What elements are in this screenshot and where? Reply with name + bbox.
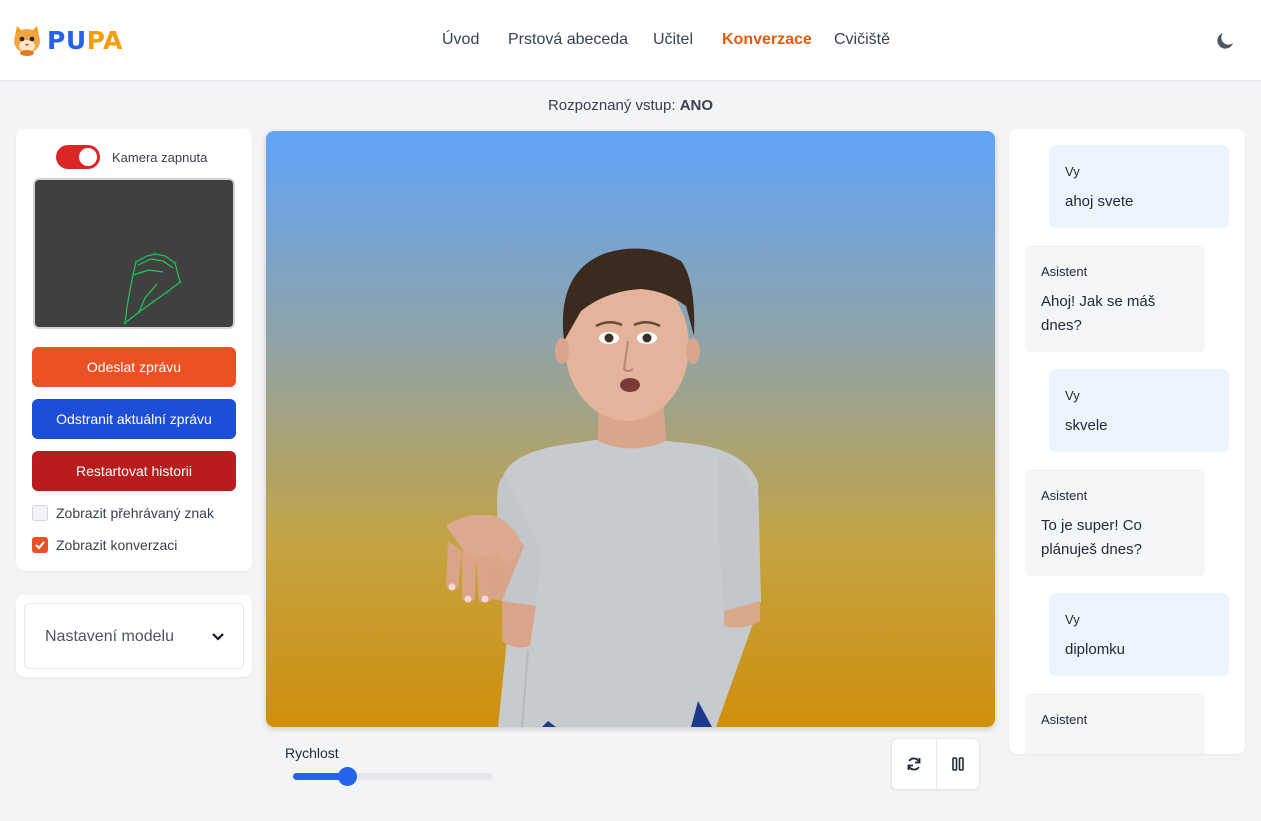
chat-message-assistant: Asistent Ahoj! Jak se máš dnes? <box>1025 245 1205 352</box>
delete-message-button[interactable]: Odstranit aktuální zprávu <box>32 399 236 439</box>
hand-landmarks <box>123 252 182 325</box>
cat-logo-icon <box>14 26 40 56</box>
refresh-icon <box>907 757 921 771</box>
nav-uvod[interactable]: Úvod <box>442 31 479 49</box>
avatar-viewport <box>266 131 995 727</box>
chat-message-user: Vy ahoj svete <box>1049 145 1229 228</box>
show-sign-checkbox[interactable] <box>32 505 48 521</box>
message-text: skvele <box>1065 417 1108 434</box>
chat-message-assistant: Asistent To je super! Co plánuješ dnes? <box>1025 469 1205 576</box>
show-sign-label: Zobrazit přehrávaný znak <box>56 505 214 521</box>
message-text: diplomku <box>1065 641 1126 658</box>
top-navbar: PUPA Úvod Prstová abeceda Učitel Konverz… <box>0 0 1261 81</box>
message-text: To je super! Co plánuješ dnes? <box>1041 517 1142 558</box>
message-author: Vy <box>1065 388 1080 403</box>
message-author: Asistent <box>1041 264 1088 279</box>
camera-toggle-label: Kamera zapnuta <box>112 149 208 165</box>
model-settings-accordion[interactable]: Nastavení modelu <box>24 603 244 669</box>
model-settings-label: Nastavení modelu <box>45 628 174 645</box>
recognized-label: Rozpoznaný vstup: <box>547 97 676 114</box>
nav-konverzace[interactable]: Konverzace <box>722 31 812 49</box>
show-sign-option: Zobrazit přehrávaný znak <box>32 505 214 521</box>
controls-panel: Kamera zapnuta Odeslat zprávu Odstranit … <box>16 129 252 571</box>
replay-button[interactable] <box>892 739 936 789</box>
recognized-value: ANO <box>679 97 714 114</box>
reset-history-button[interactable]: Restartovat historii <box>32 451 236 491</box>
message-author: Asistent <box>1041 712 1088 727</box>
message-author: Asistent <box>1041 488 1088 503</box>
show-conversation-option: Zobrazit konverzaci <box>32 537 177 553</box>
chat-message-user: Vy diplomku <box>1049 593 1229 676</box>
camera-preview <box>33 178 235 329</box>
speed-label: Rychlost <box>285 745 339 761</box>
logo[interactable]: PUPA <box>12 24 123 56</box>
pause-button[interactable] <box>935 739 980 789</box>
nav-cviciste[interactable]: Cvičiště <box>834 31 890 49</box>
camera-toggle-row: Kamera zapnuta <box>56 145 207 169</box>
pause-icon <box>951 757 964 771</box>
message-author: Vy <box>1065 164 1080 179</box>
chat-message-assistant: Asistent <box>1025 693 1205 754</box>
brand-name: PUPA <box>47 25 124 55</box>
recognized-input: Rozpoznaný vstup: ANO <box>0 97 1261 114</box>
show-conversation-label: Zobrazit konverzaci <box>56 537 178 553</box>
speed-slider[interactable] <box>293 767 493 786</box>
checkmark-icon <box>35 541 45 550</box>
model-settings-panel: Nastavení modelu <box>16 595 252 677</box>
speed-slider-thumb[interactable] <box>338 767 357 786</box>
message-text: Ahoj! Jak se máš dnes? <box>1041 293 1156 334</box>
camera-toggle[interactable] <box>56 145 100 169</box>
moon-icon[interactable] <box>1216 30 1236 50</box>
conversation-panel: Vy ahoj svete Asistent Ahoj! Jak se máš … <box>1009 129 1245 754</box>
chat-message-user: Vy skvele <box>1049 369 1229 452</box>
show-conversation-checkbox[interactable] <box>32 537 48 553</box>
playback-controls <box>891 738 980 790</box>
message-text: ahoj svete <box>1065 193 1134 210</box>
signing-avatar <box>446 248 761 727</box>
message-author: Vy <box>1065 612 1080 627</box>
send-message-button[interactable]: Odeslat zprávu <box>32 347 236 387</box>
nav-prstova-abeceda[interactable]: Prstová abeceda <box>508 31 628 49</box>
chevron-down-icon <box>212 633 224 641</box>
nav-ucitel[interactable]: Učitel <box>653 31 693 49</box>
